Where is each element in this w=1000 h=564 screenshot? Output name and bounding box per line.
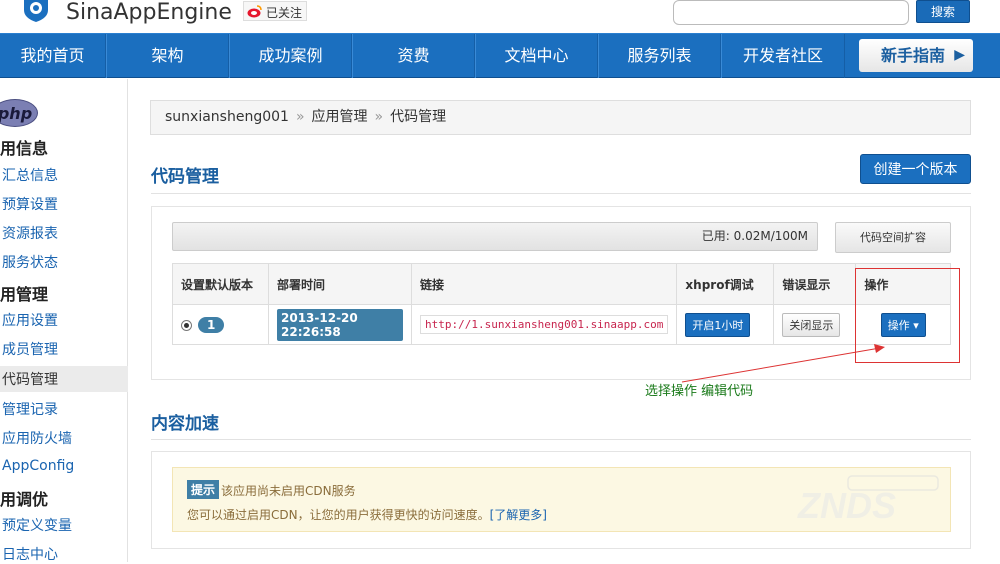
nav-item-pricing[interactable]: 资费	[352, 34, 475, 78]
sidebar-heading-info: 用信息	[0, 139, 49, 158]
sidebar-item-members[interactable]: 成员管理	[2, 339, 58, 359]
sidebar-item-app-settings[interactable]: 应用设置	[2, 310, 58, 330]
divider	[151, 193, 971, 194]
breadcrumb-sep: »	[295, 109, 305, 125]
php-logo: php	[0, 99, 38, 127]
sidebar: php 用信息 汇总信息 预算设置 资源报表 服务状态 用管理 应用设置 成员管…	[0, 79, 128, 564]
sidebar-item-log-records[interactable]: 管理记录	[2, 399, 58, 419]
col-xhprof: xhprof调试	[676, 263, 775, 305]
sidebar-item-predefined-vars[interactable]: 预定义变量	[2, 515, 72, 535]
version-badge: 1	[198, 316, 225, 333]
deploy-time: 2013-12-20 22:26:58	[277, 308, 403, 341]
sidebar-item-appconfig[interactable]: AppConfig	[2, 458, 74, 474]
search-input[interactable]	[673, 0, 909, 25]
learn-more-link[interactable]: [了解更多]	[490, 508, 547, 522]
nav-item-home[interactable]: 我的首页	[0, 34, 106, 78]
table-header-row: 设置默认版本 部署时间 链接 xhprof调试 错误显示 操作	[172, 263, 951, 305]
expand-space-button[interactable]: 代码空间扩容	[835, 222, 951, 253]
cdn-title: 内容加速	[151, 414, 219, 434]
nav-item-architecture[interactable]: 架构	[106, 34, 229, 78]
usage-bar: 已用: 0.02M/100M	[172, 222, 818, 251]
breadcrumb-app-manage[interactable]: 应用管理	[312, 109, 368, 125]
breadcrumb: sunxiansheng001 » 应用管理 » 代码管理	[150, 100, 971, 135]
sidebar-item-firewall[interactable]: 应用防火墙	[2, 428, 72, 448]
znds-watermark: ZNDS	[797, 475, 939, 526]
main-nav: 我的首页 架构 成功案例 资费 文档中心 服务列表 开发者社区 新手指南 ▶	[0, 33, 1000, 78]
page-title: 代码管理	[151, 167, 219, 187]
nav-item-cases[interactable]: 成功案例	[229, 34, 352, 78]
sidebar-item-service-status[interactable]: 服务状态	[2, 252, 58, 272]
tip-label: 提示	[187, 480, 220, 499]
nav-item-community[interactable]: 开发者社区	[721, 34, 845, 78]
sidebar-heading-tuning: 用调优	[0, 490, 49, 509]
sae-logo-icon	[24, 0, 48, 22]
breadcrumb-sep: »	[374, 109, 384, 125]
sidebar-item-resource-report[interactable]: 资源报表	[2, 223, 58, 243]
xhprof-cell: 开启1小时	[676, 304, 775, 345]
create-version-button[interactable]: 创建一个版本	[860, 154, 971, 184]
annotation-text: 选择操作 编辑代码	[645, 384, 754, 399]
version-table: 设置默认版本 部署时间 链接 xhprof调试 错误显示 操作 1 2013-1…	[172, 263, 951, 345]
watermark-text: ZNDS	[797, 485, 896, 526]
default-version-cell: 1	[172, 304, 269, 345]
annotation-arrow-icon	[681, 344, 885, 383]
guide-label: 新手指南	[881, 46, 946, 65]
top-bar: SinaAppEngine 已关注 搜索	[0, 0, 1000, 33]
xhprof-enable-button[interactable]: 开启1小时	[685, 312, 751, 337]
arrow-right-icon: ▶	[954, 47, 965, 63]
tip-detail-text: 您可以通过启用CDN，让您的用户获得更快的访问速度。	[187, 508, 490, 522]
sidebar-heading-manage: 用管理	[0, 285, 49, 304]
sidebar-item-code[interactable]: 代码管理	[2, 369, 58, 389]
tip-text-detail: 您可以通过启用CDN，让您的用户获得更快的访问速度。[了解更多]	[187, 506, 547, 523]
col-deploy-time: 部署时间	[268, 263, 412, 305]
table-row: 1 2013-12-20 22:26:58 http://1.sunxiansh…	[172, 304, 951, 345]
error-cell: 关闭显示	[773, 304, 857, 345]
app-url-link[interactable]: http://1.sunxiansheng001.sinaapp.com	[420, 315, 669, 334]
guide-button[interactable]: 新手指南 ▶	[859, 39, 973, 72]
breadcrumb-code-manage: 代码管理	[390, 109, 447, 125]
default-version-radio[interactable]	[181, 319, 192, 331]
search-button[interactable]: 搜索	[916, 0, 970, 23]
error-display-button[interactable]: 关闭显示	[782, 312, 841, 337]
sidebar-item-summary[interactable]: 汇总信息	[2, 165, 58, 185]
deploy-time-cell: 2013-12-20 22:26:58	[268, 304, 412, 345]
nav-item-docs[interactable]: 文档中心	[475, 34, 598, 78]
nav-item-services[interactable]: 服务列表	[598, 34, 721, 78]
col-link: 链接	[410, 263, 678, 305]
breadcrumb-app[interactable]: sunxiansheng001	[165, 109, 289, 125]
logo-text: SinaAppEngine	[66, 0, 232, 25]
weibo-follow-label: 已关注	[266, 6, 303, 20]
link-cell: http://1.sunxiansheng001.sinaapp.com	[410, 304, 678, 345]
col-error-display: 错误显示	[773, 263, 857, 305]
weibo-follow-button[interactable]: 已关注	[243, 1, 308, 21]
divider	[151, 439, 971, 440]
col-default-version: 设置默认版本	[172, 263, 269, 305]
sidebar-item-log-center[interactable]: 日志中心	[2, 544, 58, 564]
weibo-icon	[247, 5, 262, 18]
tip-text: 该应用尚未启用CDN服务	[221, 484, 356, 498]
sidebar-item-budget[interactable]: 预算设置	[2, 194, 58, 214]
